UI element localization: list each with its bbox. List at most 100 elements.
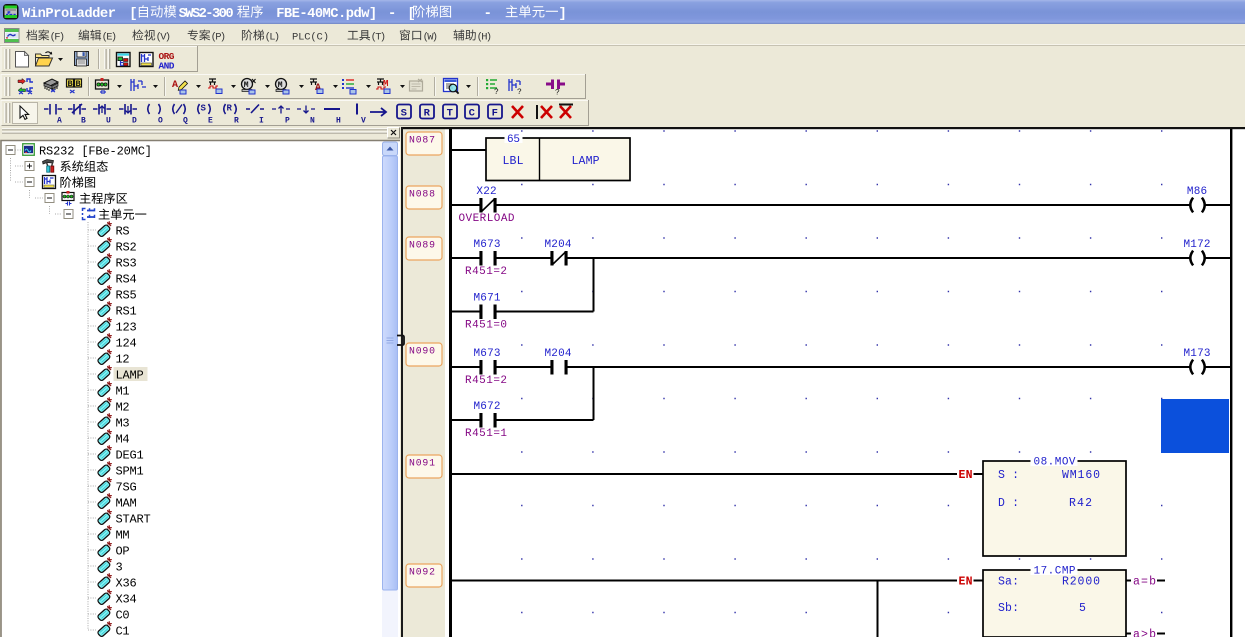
svg-text:M204: M204: [544, 348, 571, 360]
svg-text:M2: M2: [116, 401, 130, 415]
svg-text:S :: S :: [998, 469, 1019, 482]
svg-text:M4: M4: [116, 433, 130, 447]
svg-text:[: [: [407, 6, 415, 22]
svg-text:65: 65: [507, 134, 520, 146]
svg-text:C0: C0: [116, 609, 130, 623]
svg-text:12: 12: [116, 353, 130, 367]
svg-text:M673: M673: [473, 348, 500, 360]
svg-text:R42: R42: [1069, 497, 1092, 510]
svg-text:[: [: [129, 6, 137, 22]
svg-text:N088: N088: [409, 189, 435, 200]
svg-text:R2000: R2000: [1062, 576, 1100, 589]
svg-text:P: P: [285, 117, 290, 126]
svg-text:WinProLadder: WinProLadder: [22, 6, 116, 22]
svg-text:EN: EN: [959, 576, 973, 589]
svg-text:RS4: RS4: [116, 273, 137, 287]
svg-text:X36: X36: [116, 577, 137, 591]
svg-text:T: T: [447, 108, 453, 120]
svg-text:RS: RS: [116, 225, 130, 239]
svg-text:R451=1: R451=1: [465, 428, 507, 440]
svg-text:123: 123: [116, 321, 137, 335]
svg-text:R: R: [234, 117, 239, 126]
svg-text:-: -: [484, 7, 492, 22]
svg-text:WM160: WM160: [1062, 469, 1100, 482]
svg-text:(T): (T): [371, 32, 387, 44]
svg-text:LBL: LBL: [503, 155, 524, 168]
svg-text:R451=2: R451=2: [465, 375, 507, 387]
svg-text:RS5: RS5: [116, 289, 137, 303]
svg-text:X22: X22: [476, 186, 496, 198]
svg-text:SWS2-300: SWS2-300: [179, 7, 234, 22]
svg-text:RS232 [FBe-20MC]: RS232 [FBe-20MC]: [39, 145, 152, 159]
svg-text:M204: M204: [544, 239, 571, 251]
svg-text:D: D: [132, 117, 137, 126]
svg-text:(H): (H): [477, 32, 493, 44]
svg-text:Sb:: Sb:: [998, 602, 1019, 615]
svg-text:DEG1: DEG1: [116, 449, 144, 463]
svg-text:N090: N090: [409, 346, 435, 357]
svg-text:SPM1: SPM1: [116, 465, 144, 479]
svg-text:FBE-40MC.pdw]: FBE-40MC.pdw]: [276, 6, 377, 22]
svg-text:B: B: [81, 117, 86, 126]
svg-text:N092: N092: [409, 567, 435, 578]
svg-text:(V): (V): [156, 32, 172, 44]
svg-text:M86: M86: [1187, 186, 1207, 198]
svg-text:M671: M671: [473, 293, 500, 305]
svg-text:MAM: MAM: [116, 497, 137, 511]
svg-text:LAMP: LAMP: [572, 155, 600, 168]
svg-text:7SG: 7SG: [116, 481, 137, 495]
svg-text:V: V: [361, 117, 366, 126]
svg-text:C1: C1: [116, 625, 130, 637]
svg-text:D :: D :: [998, 497, 1019, 510]
svg-text:U: U: [106, 117, 111, 126]
svg-text:(L): (L): [265, 32, 281, 44]
svg-text:MM: MM: [116, 529, 130, 543]
svg-text:?: ?: [494, 88, 499, 97]
svg-text:R451=2: R451=2: [465, 266, 507, 278]
svg-text:H: H: [336, 117, 341, 126]
svg-text:A: A: [172, 80, 178, 91]
svg-text:3: 3: [116, 561, 123, 575]
svg-text:M672: M672: [473, 401, 500, 413]
svg-text:AND: AND: [159, 61, 175, 72]
svg-text:a>b: a>b: [1133, 629, 1156, 637]
svg-text:?: ?: [517, 88, 522, 97]
svg-text:OVERLOAD: OVERLOAD: [459, 213, 515, 225]
svg-text:A: A: [57, 117, 62, 126]
svg-text:S: S: [201, 104, 207, 114]
svg-text:B: B: [76, 79, 81, 89]
svg-text:(W): (W): [423, 32, 439, 44]
svg-text:EN: EN: [959, 469, 973, 482]
svg-text:(F): (F): [50, 32, 66, 44]
svg-text:N087: N087: [409, 135, 435, 146]
svg-text:-: -: [388, 7, 396, 22]
svg-text:M3: M3: [116, 417, 130, 431]
svg-text:OP: OP: [116, 545, 130, 559]
svg-text:E: E: [208, 117, 213, 126]
svg-text:08.MOV: 08.MOV: [1034, 457, 1076, 469]
svg-text:RS3: RS3: [116, 257, 137, 271]
svg-text:?: ?: [555, 89, 560, 98]
svg-text:a=b: a=b: [1133, 576, 1156, 589]
svg-text:C: C: [469, 108, 476, 120]
svg-text:N091: N091: [409, 458, 435, 469]
svg-text:RS2: RS2: [116, 241, 137, 255]
svg-text:(E): (E): [102, 32, 118, 44]
svg-text:M: M: [244, 81, 249, 90]
svg-text:F: F: [492, 108, 498, 120]
svg-text:B: B: [68, 79, 73, 89]
svg-text:M673: M673: [473, 239, 500, 251]
svg-text:LAMP: LAMP: [116, 369, 144, 383]
svg-text:M173: M173: [1183, 348, 1210, 360]
svg-text:PLC(C): PLC(C): [292, 32, 329, 44]
svg-text:(P): (P): [211, 32, 227, 44]
svg-text:S: S: [401, 108, 407, 120]
svg-text:M1: M1: [116, 385, 130, 399]
svg-text:5: 5: [1079, 602, 1086, 615]
svg-text:R: R: [424, 108, 431, 120]
svg-text:Q: Q: [183, 117, 188, 126]
svg-text:Sa:: Sa:: [998, 576, 1019, 589]
svg-text:RS1: RS1: [116, 305, 137, 319]
svg-text:R: R: [227, 104, 233, 114]
svg-text:R451=0: R451=0: [465, 319, 507, 331]
